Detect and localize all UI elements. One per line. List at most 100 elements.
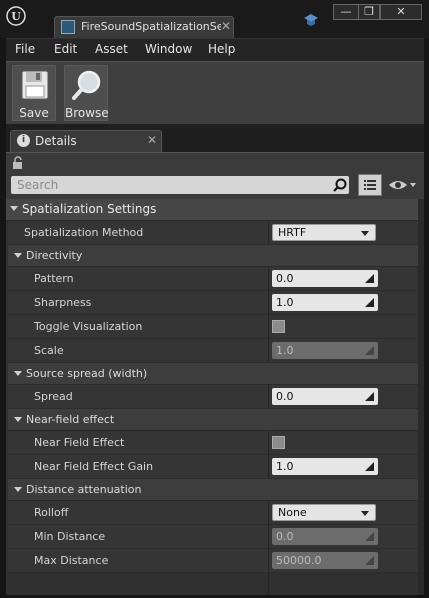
field-value: 1.0 [276, 296, 294, 309]
column-divider [268, 221, 269, 244]
label-scale: Scale [34, 344, 64, 357]
drag-grip-icon[interactable] [365, 462, 374, 471]
save-label: Save [19, 106, 49, 120]
label-pattern: Pattern [34, 272, 74, 285]
drag-grip-icon [365, 532, 374, 541]
near-field-effect-checkbox[interactable] [272, 436, 285, 449]
label-toggle-visualization: Toggle Visualization [34, 320, 143, 333]
expand-arrow-icon [14, 417, 22, 422]
dropdown-arrow-icon [361, 231, 369, 236]
row-spatialization-method: Spatialization Method HRTF [8, 221, 418, 245]
tab-details[interactable]: i Details ✕ [10, 130, 162, 152]
sound-asset-icon [61, 20, 75, 34]
expand-arrow-icon [14, 253, 22, 258]
save-disk-icon [21, 70, 49, 103]
column-divider [268, 267, 269, 290]
field-value: 1.0 [276, 460, 294, 473]
near-field-gain-field[interactable]: 1.0 [272, 458, 378, 475]
row-near-field-gain: Near Field Effect Gain 1.0 [8, 455, 418, 479]
spatialization-method-dropdown[interactable]: HRTF [272, 224, 376, 241]
scale-field: 1.0 [272, 342, 378, 359]
subcategory-label: Near-field effect [26, 413, 115, 426]
save-button[interactable]: Save [12, 65, 56, 121]
drag-grip-icon[interactable] [365, 274, 374, 283]
property-grid: Spatialization Settings Spatialization M… [6, 199, 418, 595]
drag-grip-icon[interactable] [365, 298, 374, 307]
field-value: 0.0 [276, 390, 294, 403]
menu-window[interactable]: Window [145, 42, 192, 56]
field-value: 0.0 [276, 272, 294, 285]
label-rolloff: Rolloff [34, 506, 69, 519]
menu-edit[interactable]: Edit [54, 42, 77, 56]
learn-hat-icon[interactable] [303, 12, 319, 28]
label-near-field-effect: Near Field Effect [34, 436, 125, 449]
pattern-field[interactable]: 0.0 [272, 270, 378, 287]
subcategory-directivity[interactable]: Directivity [8, 245, 418, 267]
dropdown-value: HRTF [278, 226, 307, 239]
close-details-icon[interactable]: ✕ [147, 133, 157, 147]
row-sharpness: Sharpness 1.0 [8, 291, 418, 315]
subcategory-source-spread[interactable]: Source spread (width) [8, 363, 418, 385]
column-divider [268, 315, 269, 338]
row-spread: Spread 0.0 [8, 385, 418, 409]
toolbar: Save Browse [6, 61, 424, 124]
column-divider [268, 455, 269, 478]
scrollbar[interactable] [418, 199, 424, 595]
svg-text:U: U [11, 10, 21, 23]
browse-magnifier-icon [71, 69, 103, 104]
menu-help[interactable]: Help [208, 42, 235, 56]
spread-field[interactable]: 0.0 [272, 388, 378, 405]
row-pattern: Pattern 0.0 [8, 267, 418, 291]
row-rolloff: Rolloff None [8, 501, 418, 525]
subcategory-near-field[interactable]: Near-field effect [8, 409, 418, 431]
subcategory-distance-attenuation[interactable]: Distance attenuation [8, 479, 418, 501]
details-tab-label: Details [35, 134, 77, 148]
field-value: 1.0 [276, 344, 294, 357]
search-input[interactable]: Search [11, 176, 349, 194]
menu-asset[interactable]: Asset [95, 42, 128, 56]
drag-grip-icon[interactable] [365, 392, 374, 401]
expand-arrow-icon [14, 487, 22, 492]
column-divider [268, 339, 269, 362]
sharpness-field[interactable]: 1.0 [272, 294, 378, 311]
column-divider [268, 573, 269, 595]
drag-grip-icon [365, 346, 374, 355]
browse-label: Browse [65, 106, 109, 120]
row-max-distance: Max Distance 50000.0 [8, 549, 418, 573]
details-panel: Search Spatialization Settings Spatializ… [6, 152, 424, 595]
close-window-button[interactable]: ✕ [380, 4, 422, 20]
drag-grip-icon [365, 556, 374, 565]
maximize-button[interactable]: ❐ [358, 4, 380, 20]
close-tab-icon[interactable]: ✕ [221, 19, 231, 33]
menu-file[interactable]: File [15, 42, 35, 56]
column-divider [268, 549, 269, 572]
subcategory-label: Source spread (width) [26, 367, 148, 380]
dropdown-value: None [278, 506, 307, 519]
max-distance-field: 50000.0 [272, 552, 378, 569]
dropdown-arrow-icon [361, 511, 369, 516]
row-min-distance: Min Distance 0.0 [8, 525, 418, 549]
menu-bar: File Edit Asset Window Help [6, 38, 424, 61]
minimize-button[interactable]: — [333, 4, 359, 20]
subcategory-label: Distance attenuation [26, 483, 142, 496]
field-value: 0.0 [276, 530, 294, 543]
view-options-icon[interactable] [358, 174, 382, 196]
lock-icon[interactable] [11, 156, 25, 170]
details-info-icon: i [17, 134, 30, 147]
row-near-field-effect: Near Field Effect [8, 431, 418, 455]
category-spatialization-settings[interactable]: Spatialization Settings [6, 199, 418, 221]
field-value: 50000.0 [276, 554, 322, 567]
column-divider [268, 385, 269, 408]
label-min-distance: Min Distance [34, 530, 106, 543]
subcategory-label: Directivity [26, 249, 83, 262]
eye-icon[interactable] [388, 178, 418, 192]
toggle-visualization-checkbox[interactable] [272, 320, 285, 333]
column-divider [268, 525, 269, 548]
label-near-field-gain: Near Field Effect Gain [34, 460, 154, 473]
browse-button[interactable]: Browse [64, 65, 109, 121]
row-toggle-visualization: Toggle Visualization [8, 315, 418, 339]
search-icon[interactable] [333, 178, 347, 192]
asset-editor-tab[interactable]: FireSoundSpatializationSe ✕ [54, 16, 234, 38]
label-spread: Spread [34, 390, 73, 403]
rolloff-dropdown[interactable]: None [272, 504, 376, 521]
